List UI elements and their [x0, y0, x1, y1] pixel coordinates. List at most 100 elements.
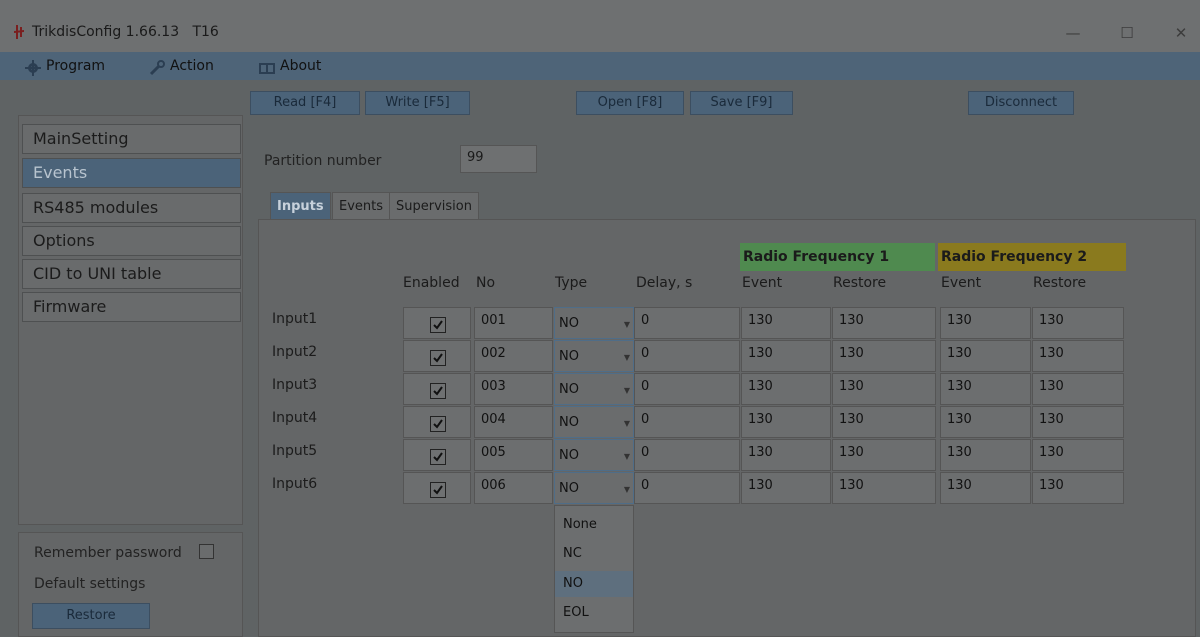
partition-number-label: Partition number [264, 153, 382, 169]
col-header-no: No [476, 275, 496, 291]
maximize-button[interactable]: ☐ [1112, 20, 1142, 46]
dropdown-arrow-icon: ▼ [623, 386, 630, 395]
enabled-cell [403, 373, 471, 405]
type-select[interactable]: NO ▼ [554, 307, 634, 339]
rf1-event-field[interactable]: 130 [741, 373, 831, 405]
rf2-restore-field[interactable]: 130 [1032, 340, 1124, 372]
enabled-cell [403, 340, 471, 372]
col-header-rf1-event: Event [742, 275, 783, 291]
enabled-checkbox[interactable] [430, 482, 446, 498]
dropdown-arrow-icon: ▼ [623, 485, 630, 494]
rf2-restore-field[interactable]: 130 [1032, 439, 1124, 471]
col-header-rf2-event: Event [941, 275, 982, 291]
delay-field[interactable]: 0 [634, 340, 740, 372]
delay-field[interactable]: 0 [634, 472, 740, 504]
read-button[interactable]: Read [F4] [250, 91, 360, 115]
type-select[interactable]: NO ▼ [554, 439, 634, 471]
rf2-restore-field[interactable]: 130 [1032, 307, 1124, 339]
tab-events[interactable]: Events [332, 192, 391, 220]
type-value: NO [559, 316, 579, 331]
sidebar-item-mainsetting[interactable]: MainSetting [22, 124, 241, 154]
rf2-event-field[interactable]: 130 [940, 439, 1031, 471]
enabled-checkbox[interactable] [430, 317, 446, 333]
col-header-delay: Delay, s [636, 275, 693, 291]
sidebar-item-events[interactable]: Events [22, 158, 241, 188]
rf1-event-field[interactable]: 130 [741, 439, 831, 471]
type-value: NO [559, 349, 579, 364]
enabled-cell [403, 439, 471, 471]
enabled-checkbox[interactable] [430, 383, 446, 399]
type-select[interactable]: NO ▼ [554, 373, 634, 405]
partition-number-input[interactable]: 99 [460, 145, 537, 173]
rf2-restore-field[interactable]: 130 [1032, 406, 1124, 438]
tab-supervision[interactable]: Supervision [389, 192, 479, 220]
sidebar-item-options[interactable]: Options [22, 226, 241, 256]
enabled-cell [403, 472, 471, 504]
rf2-event-field[interactable]: 130 [940, 373, 1031, 405]
row-label-input2: Input2 [272, 344, 318, 360]
delay-field[interactable]: 0 [634, 307, 740, 339]
no-field[interactable]: 001 [474, 307, 553, 339]
enabled-checkbox[interactable] [430, 350, 446, 366]
rf1-event-field[interactable]: 130 [741, 406, 831, 438]
no-field[interactable]: 003 [474, 373, 553, 405]
rf2-event-field[interactable]: 130 [940, 307, 1031, 339]
rf1-restore-field[interactable]: 130 [832, 373, 936, 405]
open-button[interactable]: Open [F8] [576, 91, 684, 115]
menu-program-label: Program [46, 58, 106, 74]
no-field[interactable]: 004 [474, 406, 553, 438]
restore-button[interactable]: Restore [32, 603, 150, 629]
rf1-restore-field[interactable]: 130 [832, 340, 936, 372]
dropdown-option-eol[interactable]: EOL [555, 600, 633, 626]
type-select[interactable]: NO ▼ [554, 340, 634, 372]
enabled-checkbox[interactable] [430, 416, 446, 432]
no-field[interactable]: 006 [474, 472, 553, 504]
type-dropdown-list: None NC NO EOL [554, 505, 634, 633]
row-label-input4: Input4 [272, 410, 318, 426]
disconnect-button[interactable]: Disconnect [968, 91, 1074, 115]
rf1-event-field[interactable]: 130 [741, 472, 831, 504]
minimize-button[interactable]: — [1058, 20, 1088, 46]
sidebar-item-rs485-modules[interactable]: RS485 modules [22, 193, 241, 223]
book-icon [258, 58, 276, 74]
rf1-event-field[interactable]: 130 [741, 307, 831, 339]
delay-field[interactable]: 0 [634, 373, 740, 405]
sidebar-item-firmware[interactable]: Firmware [22, 292, 241, 322]
menu-action[interactable]: Action [148, 52, 214, 80]
rf2-event-field[interactable]: 130 [940, 340, 1031, 372]
rf1-restore-field[interactable]: 130 [832, 472, 936, 504]
rf1-restore-field[interactable]: 130 [832, 439, 936, 471]
delay-field[interactable]: 0 [634, 406, 740, 438]
no-field[interactable]: 002 [474, 340, 553, 372]
sidebar-item-cid-to-uni-table[interactable]: CID to UNI table [22, 259, 241, 289]
menu-program[interactable]: Program [24, 52, 105, 80]
app-logo-icon [14, 25, 24, 39]
dropdown-option-no[interactable]: NO [555, 571, 633, 597]
no-field[interactable]: 005 [474, 439, 553, 471]
menu-about[interactable]: About [258, 52, 321, 80]
tab-inputs[interactable]: Inputs [270, 192, 331, 220]
rf1-restore-field[interactable]: 130 [832, 406, 936, 438]
dropdown-option-nc[interactable]: NC [555, 541, 633, 567]
write-button[interactable]: Write [F5] [365, 91, 470, 115]
rf2-restore-field[interactable]: 130 [1032, 472, 1124, 504]
delay-field[interactable]: 0 [634, 439, 740, 471]
type-select[interactable]: NO ▼ [554, 472, 634, 504]
type-select[interactable]: NO ▼ [554, 406, 634, 438]
menu-action-label: Action [170, 58, 214, 74]
dropdown-option-none[interactable]: None [555, 512, 633, 538]
close-button[interactable]: ✕ [1166, 20, 1196, 46]
rf2-event-field[interactable]: 130 [940, 472, 1031, 504]
type-value: NO [559, 481, 579, 496]
rf1-restore-field[interactable]: 130 [832, 307, 936, 339]
rf1-event-field[interactable]: 130 [741, 340, 831, 372]
dropdown-arrow-icon: ▼ [623, 419, 630, 428]
rf2-event-field[interactable]: 130 [940, 406, 1031, 438]
wrench-icon [148, 58, 166, 76]
rf2-restore-field[interactable]: 130 [1032, 373, 1124, 405]
save-button[interactable]: Save [F9] [690, 91, 793, 115]
remember-password-checkbox[interactable] [199, 544, 214, 559]
dropdown-arrow-icon: ▼ [623, 320, 630, 329]
enabled-checkbox[interactable] [430, 449, 446, 465]
type-value: NO [559, 415, 579, 430]
